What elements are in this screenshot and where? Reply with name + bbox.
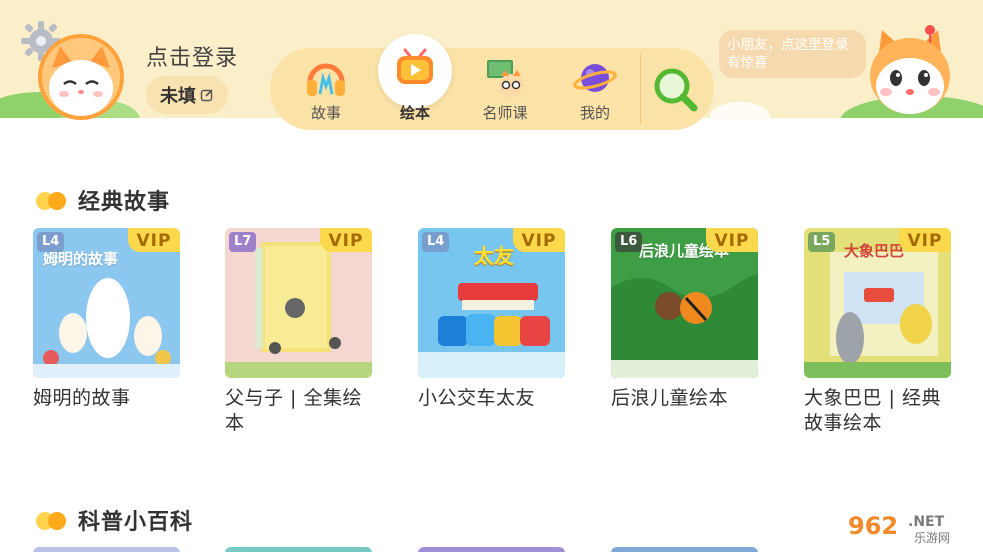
book-cover: 太友 L4 VIP xyxy=(418,228,565,378)
book-card-houlang[interactable]: 后浪儿童绘本 L6 VIP 后浪儿童绘本 xyxy=(611,228,758,411)
book-card-peek[interactable] xyxy=(418,547,565,552)
tab-mine[interactable]: 我的 xyxy=(555,48,635,130)
user-avatar[interactable] xyxy=(38,34,124,120)
cover-title: 太友 xyxy=(474,244,514,268)
book-card-tayo[interactable]: 太友 L4 VIP 小公交车太友 xyxy=(418,228,565,411)
vip-badge: VIP xyxy=(513,228,565,252)
login-tip-bubble[interactable]: 小朋友，点这里登录有惊喜 xyxy=(719,30,866,78)
book-card-moomin[interactable]: 姆明的故事 L4 VIP 姆明的故事 xyxy=(33,228,180,411)
vip-badge: VIP xyxy=(128,228,180,252)
level-badge: L6 xyxy=(615,232,643,252)
book-title: 父与子 | 全集绘本 xyxy=(225,387,362,434)
profile-edit-button[interactable]: 未填 xyxy=(146,76,228,114)
vip-badge: VIP xyxy=(899,228,951,252)
tab-label: 故事 xyxy=(310,104,341,122)
section-dots-icon xyxy=(36,190,70,210)
cloud-decoration xyxy=(710,102,770,118)
tab-teacher-course[interactable]: 名师课 xyxy=(465,48,545,130)
book-cover: L7 VIP xyxy=(225,228,372,378)
tab-label: 名师课 xyxy=(482,104,528,122)
level-badge: L4 xyxy=(422,232,450,252)
section-title-text: 科普小百科 xyxy=(78,510,194,535)
cover-title: 大象巴巴 xyxy=(844,242,905,260)
tab-label: 我的 xyxy=(579,104,610,122)
book-cover: 后浪儿童绘本 L6 VIP xyxy=(611,228,758,378)
section-title-classic-stories: 经典故事 xyxy=(36,184,170,216)
book-title: 小公交车太友 xyxy=(418,387,536,409)
section-title-text: 经典故事 xyxy=(78,190,171,215)
search-icon[interactable] xyxy=(650,64,700,114)
level-badge: L7 xyxy=(229,232,257,252)
edit-icon xyxy=(200,89,213,102)
teacher-course-icon xyxy=(487,60,523,98)
site-watermark-logo: 962 .NET 乐游网 xyxy=(842,508,978,545)
cat-mascot-icon xyxy=(870,25,950,114)
svg-text:962: 962 xyxy=(848,512,898,540)
book-card-peek[interactable] xyxy=(611,547,758,552)
tab-story[interactable]: 故事 xyxy=(286,48,366,130)
book-title: 姆明的故事 xyxy=(33,387,131,409)
vip-badge: VIP xyxy=(320,228,372,252)
mine-planet-icon xyxy=(573,64,617,92)
section-dots-icon xyxy=(36,510,70,530)
book-card-father-son[interactable]: L7 VIP 父与子 | 全集绘本 xyxy=(225,228,372,436)
nav-divider xyxy=(640,54,641,124)
unfilled-label: 未填 xyxy=(160,86,196,107)
level-badge: L5 xyxy=(808,232,836,252)
book-card-peek[interactable] xyxy=(33,547,180,552)
book-cover: 姆明的故事 L4 VIP xyxy=(33,228,180,378)
book-cover: 大象巴巴 L5 VIP xyxy=(804,228,951,378)
section-title-science: 科普小百科 xyxy=(36,504,193,536)
picture-book-play-icon xyxy=(397,48,433,84)
book-card-peek[interactable] xyxy=(225,547,372,552)
cat-avatar-icon xyxy=(42,38,120,116)
book-title: 大象巴巴 | 经典故事绘本 xyxy=(804,387,941,434)
login-link[interactable]: 点击登录 xyxy=(146,40,238,72)
level-badge: L4 xyxy=(37,232,65,252)
story-headphones-icon xyxy=(307,63,345,96)
tab-label: 绘本 xyxy=(399,104,430,122)
svg-text:.NET: .NET xyxy=(908,514,945,530)
tab-picture-book[interactable]: 绘本 xyxy=(375,48,455,130)
vip-badge: VIP xyxy=(706,228,758,252)
svg-text:乐游网: 乐游网 xyxy=(914,531,950,545)
book-card-babar[interactable]: 大象巴巴 L5 VIP 大象巴巴 | 经典故事绘本 xyxy=(804,228,951,436)
book-title: 后浪儿童绘本 xyxy=(611,387,729,409)
